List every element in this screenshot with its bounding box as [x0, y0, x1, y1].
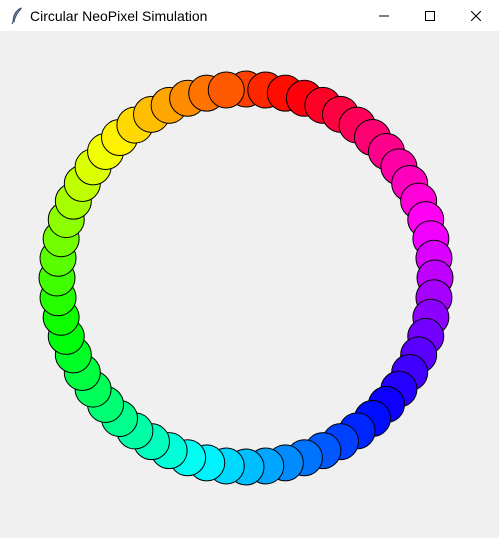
- minimize-icon: [379, 15, 389, 16]
- title-bar[interactable]: Circular NeoPixel Simulation: [0, 0, 499, 31]
- minimize-button[interactable]: [361, 0, 407, 31]
- led-canvas: [0, 31, 499, 538]
- maximize-button[interactable]: [407, 0, 453, 31]
- neopixel-ring: [38, 70, 454, 486]
- maximize-icon: [425, 10, 435, 21]
- close-icon: [471, 10, 481, 21]
- window-title: Circular NeoPixel Simulation: [30, 7, 208, 24]
- feather-icon: [6, 0, 28, 31]
- app-window: Circular NeoPixel Simulation: [0, 0, 499, 538]
- window-controls: [361, 0, 499, 31]
- close-button[interactable]: [453, 0, 499, 31]
- led-pixel: [207, 71, 245, 109]
